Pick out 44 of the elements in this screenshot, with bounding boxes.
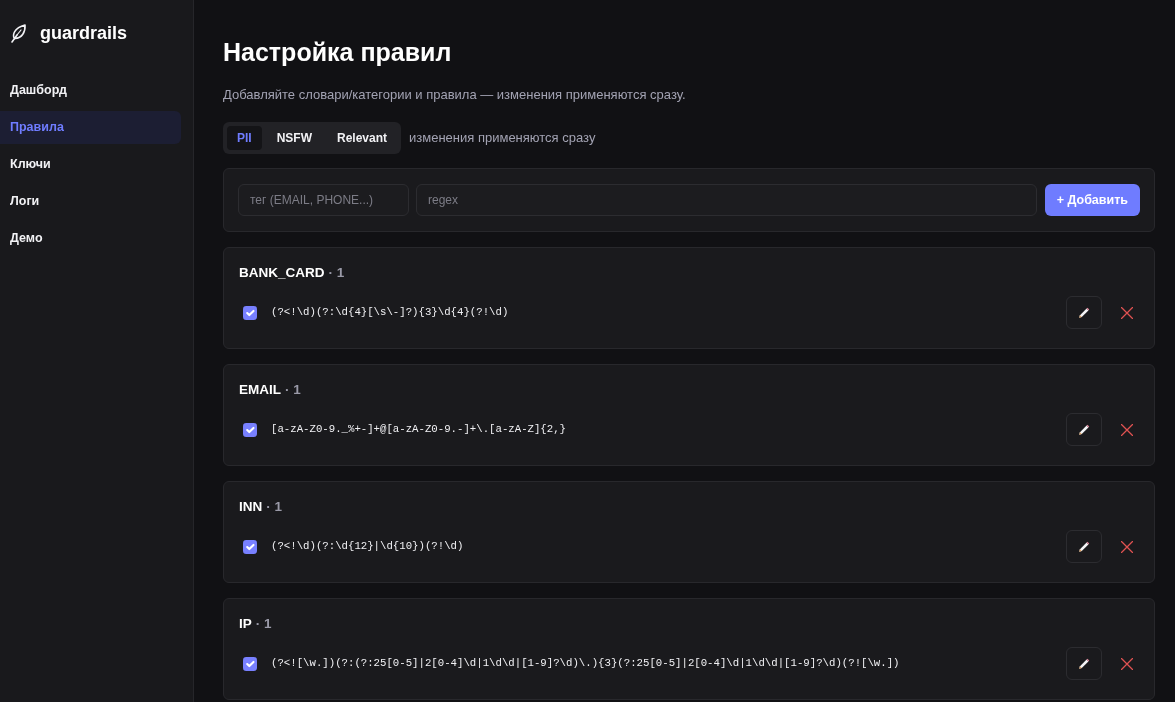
tab[interactable]: NSFW	[266, 126, 322, 150]
regex-pattern: (?<!\d)(?:\d{4}[\s\-]?){3}\d{4}(?!\d)	[271, 305, 510, 321]
cross-icon	[1121, 423, 1133, 436]
add-button[interactable]: + Добавить	[1044, 184, 1140, 216]
edit-button[interactable]	[1066, 530, 1102, 563]
cross-icon	[1121, 540, 1133, 553]
edit-button[interactable]	[1066, 413, 1102, 446]
rule-checkbox[interactable]	[243, 305, 257, 320]
pencil-icon	[1078, 423, 1090, 436]
rule-checkbox[interactable]	[243, 656, 257, 671]
regex-pattern: (?<![\w.])(?:(?:25[0-5]|2[0-4]\d|1\d\d|[1-9]?\d)\.){3}(?:25[0-5]|2[0-4]\d|1\d\d|[1-9]?\d)(?![\w.])	[271, 656, 901, 672]
group-count: · 1	[285, 381, 301, 399]
sidebar-nav-item[interactable]: Дашборд	[0, 74, 181, 107]
regex-input-field[interactable]: regex	[416, 184, 1037, 216]
regex-pattern: (?<!\d)(?:\d{12}|\d{10})(?!\d)	[271, 539, 465, 555]
group-tag: IP	[239, 614, 252, 634]
sidebar-nav-item[interactable]: Правила	[0, 111, 181, 144]
rule-checkbox[interactable]	[243, 422, 257, 437]
cross-icon	[1121, 306, 1133, 319]
pencil-icon	[1078, 540, 1090, 553]
group-tag: BANK_CARD	[239, 263, 325, 283]
group-count: · 1	[255, 615, 272, 633]
sidebar-nav-item[interactable]: Демо	[0, 222, 181, 255]
rule-checkbox[interactable]	[243, 539, 257, 554]
tabs-note: изменения применяются сразу	[409, 129, 596, 148]
feather-icon	[10, 22, 27, 44]
group-count: · 1	[266, 498, 282, 516]
regex-pattern: [a-zA-Z0-9._%+-]+@[a-zA-Z0-9.-]+\.[a-zA-Z]{2,}	[271, 422, 568, 438]
sidebar-nav-item[interactable]: Логи	[0, 185, 181, 218]
brand-name: guardrails	[40, 22, 128, 44]
group-count: · 1	[328, 264, 345, 282]
group-tag: INN	[239, 497, 263, 517]
tag-input-field[interactable]: тег (EMAIL, PHONE...)	[238, 184, 409, 216]
group-tag: EMAIL	[239, 380, 281, 400]
tab[interactable]: Relevant	[327, 126, 398, 150]
sidebar-nav-item[interactable]: Ключи	[0, 148, 181, 181]
cross-icon	[1121, 657, 1133, 670]
page-title: Настройка правил	[223, 37, 453, 68]
page-subtitle: Добавляйте словари/категории и правила — изменения применяются сразу.	[223, 86, 687, 104]
tab[interactable]: PII	[227, 126, 262, 150]
edit-button[interactable]	[1066, 647, 1102, 680]
pencil-icon	[1078, 306, 1090, 319]
pencil-icon	[1078, 657, 1090, 670]
edit-button[interactable]	[1066, 296, 1102, 329]
